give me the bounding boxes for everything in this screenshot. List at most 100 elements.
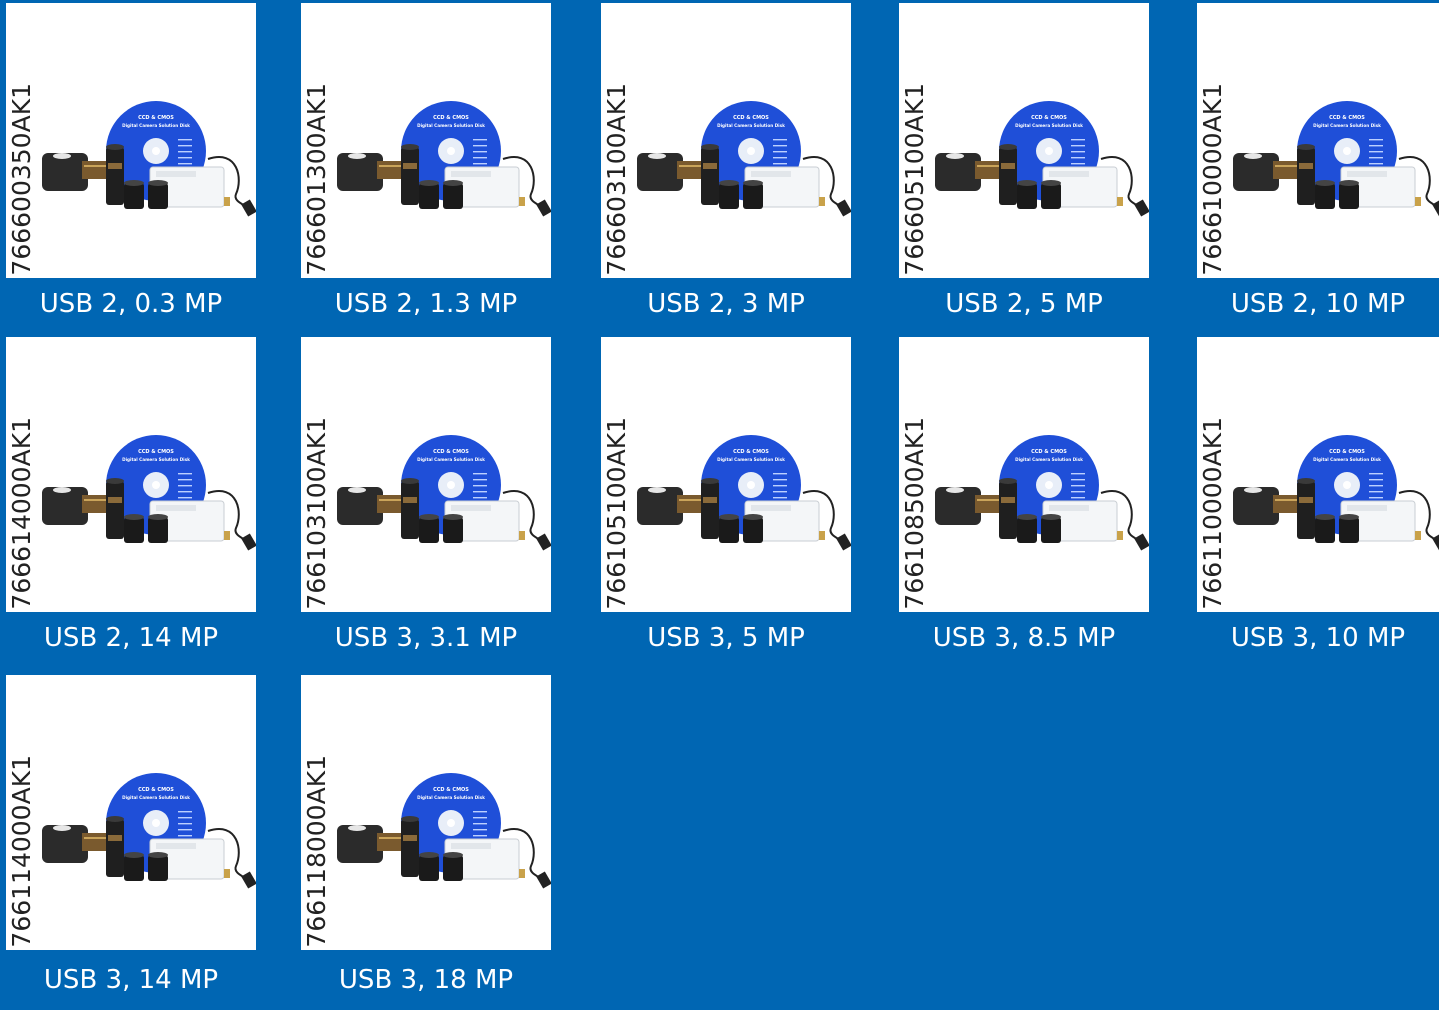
camera-mount bbox=[1273, 495, 1299, 513]
adapter-ring-top bbox=[1041, 180, 1061, 186]
mount-ring bbox=[1275, 499, 1297, 501]
disc-subtitle: Digital Camera Solution Disk bbox=[1015, 123, 1083, 128]
adapter-ring bbox=[1017, 517, 1037, 543]
disc-text-line bbox=[178, 823, 192, 825]
adapter-ring bbox=[419, 517, 439, 543]
product-card[interactable]: 766114000AK1 CCD & CMOS Digital Camera So… bbox=[6, 675, 256, 996]
product-card[interactable]: 766603100AK1 CCD & CMOS Digital Camera So… bbox=[601, 3, 851, 330]
adapter-ring-top bbox=[443, 852, 463, 858]
adapter-ring-top bbox=[124, 514, 144, 520]
adapter-ring bbox=[719, 183, 739, 209]
disc-subtitle: Digital Camera Solution Disk bbox=[122, 457, 190, 462]
product-photo: 766610000AK1 CCD & CMOS Digital Camera So… bbox=[1197, 3, 1439, 278]
product-card[interactable]: 766600350AK1 CCD & CMOS Digital Camera So… bbox=[6, 3, 256, 330]
case-label bbox=[451, 843, 491, 849]
sku-label: 766600350AK1 bbox=[7, 83, 36, 276]
product-caption: USB 2, 5 MP bbox=[945, 289, 1103, 319]
disc-title: CCD & CMOS bbox=[1329, 115, 1365, 121]
product-card[interactable]: 766601300AK1 CCD & CMOS Digital Camera So… bbox=[301, 3, 551, 330]
disc-text-line bbox=[1369, 139, 1383, 141]
disc-text-line bbox=[773, 497, 787, 499]
sku-label: 766601300AK1 bbox=[302, 83, 331, 276]
eyepiece-adapter bbox=[401, 819, 419, 877]
usb-connector bbox=[519, 531, 525, 540]
camera-kit-image: CCD & CMOS Digital Camera Solution Disk bbox=[42, 101, 256, 217]
disc-subtitle: Digital Camera Solution Disk bbox=[717, 123, 785, 128]
product-card[interactable]: 766118000AK1 CCD & CMOS Digital Camera So… bbox=[301, 675, 551, 996]
usb-connector bbox=[224, 197, 230, 206]
adapter-band bbox=[703, 497, 717, 503]
product-card[interactable]: 766103100AK1 CCD & CMOS Digital Camera So… bbox=[301, 337, 551, 664]
disc-text-line bbox=[473, 145, 487, 147]
disc-text-line bbox=[473, 485, 487, 487]
product-card[interactable]: 766108500AK1 CCD & CMOS Digital Camera So… bbox=[899, 337, 1149, 664]
product-caption: USB 2, 14 MP bbox=[43, 623, 219, 653]
usb-connector bbox=[1117, 197, 1123, 206]
sku-label: 766108500AK1 bbox=[900, 417, 929, 610]
disc-text-line bbox=[1369, 497, 1383, 499]
disc-text-line bbox=[1369, 145, 1383, 147]
adapter-band bbox=[403, 497, 417, 503]
disc-text-line bbox=[178, 163, 192, 165]
adapter-ring bbox=[1315, 517, 1335, 543]
disc-text-line bbox=[1369, 151, 1383, 153]
product-card[interactable]: 766610000AK1 CCD & CMOS Digital Camera So… bbox=[1197, 3, 1439, 330]
adapter-ring-top bbox=[124, 852, 144, 858]
camera-logo bbox=[53, 153, 71, 159]
camera-mount bbox=[82, 833, 108, 851]
eyepiece-adapter bbox=[106, 819, 124, 877]
sku-label: 766603100AK1 bbox=[602, 83, 631, 276]
product-photo: 766114000AK1 CCD & CMOS Digital Camera So… bbox=[6, 675, 256, 950]
disc-text-line bbox=[473, 811, 487, 813]
disc-title: CCD & CMOS bbox=[733, 449, 769, 455]
disc-hole bbox=[152, 481, 160, 489]
adapter-top bbox=[701, 478, 719, 484]
adapter-ring-top bbox=[419, 514, 439, 520]
disc-text-line bbox=[473, 497, 487, 499]
adapter-band bbox=[703, 163, 717, 169]
camera-logo bbox=[1244, 153, 1262, 159]
product-photo: 766614000AK1 CCD & CMOS Digital Camera So… bbox=[6, 337, 256, 612]
disc-text-line bbox=[1369, 485, 1383, 487]
product-caption: USB 3, 3.1 MP bbox=[334, 623, 518, 653]
disc-hole bbox=[747, 481, 755, 489]
mount-ring bbox=[977, 499, 999, 501]
disc-subtitle: Digital Camera Solution Disk bbox=[1313, 457, 1381, 462]
adapter-ring-top bbox=[148, 514, 168, 520]
disc-text-line bbox=[473, 157, 487, 159]
adapter-top bbox=[106, 816, 124, 822]
disc-hole bbox=[1045, 147, 1053, 155]
adapter-ring bbox=[124, 517, 144, 543]
disc-subtitle: Digital Camera Solution Disk bbox=[1015, 457, 1083, 462]
usb-connector bbox=[519, 197, 525, 206]
sku-label: 766118000AK1 bbox=[302, 755, 331, 948]
disc-text-line bbox=[1071, 157, 1085, 159]
adapter-ring-top bbox=[148, 180, 168, 186]
adapter-ring bbox=[743, 517, 763, 543]
disc-text-line bbox=[1071, 473, 1085, 475]
disc-hole bbox=[447, 819, 455, 827]
disc-text-line bbox=[178, 479, 192, 481]
product-caption: USB 2, 0.3 MP bbox=[39, 289, 223, 319]
disc-text-line bbox=[473, 491, 487, 493]
disc-text-line bbox=[773, 157, 787, 159]
camera-mount bbox=[677, 495, 703, 513]
product-card[interactable]: 766605100AK1 CCD & CMOS Digital Camera So… bbox=[899, 3, 1149, 330]
product-card[interactable]: 766110000AK1 CCD & CMOS Digital Camera So… bbox=[1197, 337, 1439, 664]
disc-text-line bbox=[178, 157, 192, 159]
product-card[interactable]: 766614000AK1 CCD & CMOS Digital Camera So… bbox=[6, 337, 256, 664]
adapter-ring-top bbox=[1315, 180, 1335, 186]
disc-text-line bbox=[1369, 479, 1383, 481]
eyepiece-adapter bbox=[1297, 147, 1315, 205]
adapter-top bbox=[1297, 144, 1315, 150]
product-card[interactable]: 766105100AK1 CCD & CMOS Digital Camera So… bbox=[601, 337, 851, 664]
disc-title: CCD & CMOS bbox=[1031, 449, 1067, 455]
disc-title: CCD & CMOS bbox=[433, 115, 469, 121]
adapter-ring-top bbox=[1315, 514, 1335, 520]
adapter-ring-top bbox=[443, 514, 463, 520]
usb-connector bbox=[819, 531, 825, 540]
disc-text-line bbox=[473, 829, 487, 831]
usb-connector bbox=[1415, 197, 1421, 206]
product-photo: 766601300AK1 CCD & CMOS Digital Camera So… bbox=[301, 3, 551, 278]
usb-connector bbox=[224, 531, 230, 540]
